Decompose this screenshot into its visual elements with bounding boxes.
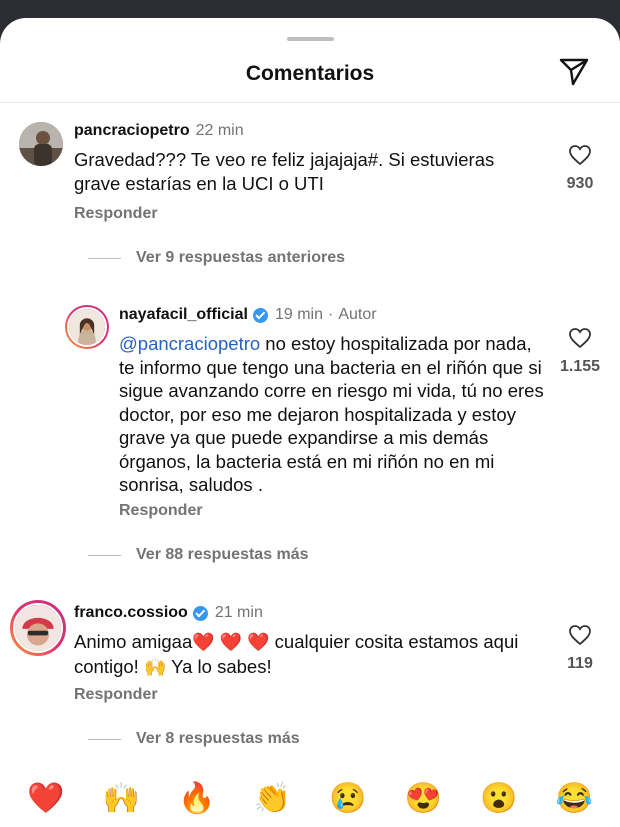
comment-text: Gravedad??? Te veo re feliz jajajaja#. S…	[74, 149, 495, 194]
like-control[interactable]: 930	[556, 144, 604, 193]
surprised-emoji-icon[interactable]: 😮	[480, 781, 517, 816]
view-replies-button[interactable]: Ver 8 respuestas más	[88, 730, 300, 748]
clap-emoji-icon[interactable]: 👏	[254, 781, 291, 816]
drag-handle[interactable]	[287, 37, 334, 41]
emoji-reaction-bar: ❤️ 🙌 🔥 👏 😢 😍 😮 😂	[0, 770, 620, 827]
meta-separator: ·	[327, 306, 334, 323]
username[interactable]: franco.cossioo	[74, 604, 188, 622]
divider-dash	[88, 554, 121, 556]
hearts-emoji-icon: ❤️ ❤️ ❤️	[192, 632, 270, 652]
avatar[interactable]	[10, 600, 66, 656]
comment-text-part: Ya lo sabes!	[166, 655, 272, 677]
comment-text-part: Animo amigaa	[74, 631, 193, 652]
like-control[interactable]: 119	[556, 624, 604, 673]
crying-emoji-icon[interactable]: 😢	[329, 781, 366, 816]
raised-hands-emoji-icon[interactable]: 🙌	[103, 781, 140, 816]
avatar-photo-icon	[67, 307, 107, 347]
reply-button[interactable]: Responder	[74, 205, 158, 223]
heart-eyes-emoji-icon[interactable]: 😍	[405, 781, 442, 816]
reply-button[interactable]: Responder	[74, 686, 158, 704]
heart-emoji-icon[interactable]: ❤️	[27, 781, 64, 816]
view-replies-label: Ver 8 respuestas más	[136, 730, 300, 747]
mention-link[interactable]: @pancraciopetro	[119, 333, 260, 354]
author-label: Autor	[338, 306, 377, 323]
like-count: 119	[567, 655, 593, 672]
heart-icon[interactable]	[568, 327, 592, 349]
divider-dash	[88, 738, 121, 740]
comment-text-body: no estoy hospitalizada por nada, te info…	[119, 333, 544, 495]
like-control[interactable]: 1.155	[556, 327, 604, 376]
header-divider	[0, 102, 620, 103]
like-count: 1.155	[559, 358, 601, 375]
comment-meta: pancraciopetro 22 min	[74, 122, 244, 140]
divider-dash	[88, 257, 121, 259]
username[interactable]: pancraciopetro	[74, 122, 190, 140]
comment-text: @pancraciopetro no estoy hospitalizada p…	[119, 332, 551, 497]
avatar[interactable]	[65, 305, 109, 349]
page-title: Comentarios	[245, 62, 375, 85]
avatar[interactable]	[19, 122, 63, 166]
verified-badge-icon	[192, 605, 208, 621]
heart-icon[interactable]	[568, 624, 592, 646]
fire-emoji-icon[interactable]: 🔥	[178, 781, 215, 816]
view-replies-button[interactable]: Ver 9 respuestas anteriores	[88, 249, 345, 267]
view-replies-label: Ver 88 respuestas más	[136, 546, 309, 563]
verified-badge-icon	[252, 307, 268, 323]
comment-text: Animo amigaa❤️ ❤️ ❤️ cualquier cosita es…	[74, 630, 539, 679]
avatar-photo-icon	[19, 122, 63, 166]
raised-hands-emoji-icon: 🙌	[143, 656, 167, 677]
avatar-photo-icon	[13, 603, 63, 653]
laughing-emoji-icon[interactable]: 😂	[556, 781, 593, 816]
comment-time: 21 min	[214, 604, 263, 621]
heart-icon[interactable]	[568, 144, 592, 166]
view-replies-label: Ver 9 respuestas anteriores	[136, 249, 346, 266]
username[interactable]: nayafacil_official	[119, 306, 248, 324]
comments-sheet: Comentarios pancraciopetro 22 min Graved…	[0, 18, 620, 827]
like-count: 930	[566, 175, 594, 192]
comment-time: 19 min	[274, 306, 323, 323]
comment-time: 22 min	[195, 122, 244, 139]
comment-meta: franco.cossioo 21 min	[74, 604, 263, 622]
reply-button[interactable]: Responder	[119, 502, 203, 520]
comment-meta: nayafacil_official 19 min · Autor	[119, 306, 377, 324]
send-icon[interactable]	[557, 54, 591, 88]
view-replies-button[interactable]: Ver 88 respuestas más	[88, 546, 309, 564]
